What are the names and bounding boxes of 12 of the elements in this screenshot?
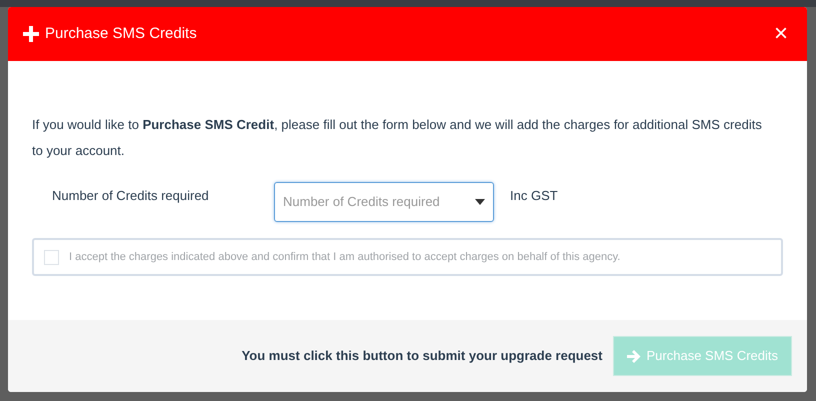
arrow-icon [626,350,640,362]
accept-label: I accept the charges indicated above and confirm that I am authorised to accept charges on behalf of this agency. [69,250,620,265]
submit-note: You must click this button to submit your upgrade request [242,347,602,366]
caret-icon [475,199,485,205]
accept-checkbox[interactable] [44,250,59,264]
plus-icon [23,26,39,42]
field-label: Number of Credits required [51,187,210,206]
dialog-title: Purchase SMS Credits [45,24,197,44]
credits-select[interactable]: Number of Credits required [274,182,494,222]
intro-text: If you would like to Purchase SMS Credit, please fill out the form below and we will add the charges for additional SMS credits to your account. [32,116,763,160]
close-button[interactable]: × [770,22,792,46]
gst-label: Inc GST [510,187,558,206]
